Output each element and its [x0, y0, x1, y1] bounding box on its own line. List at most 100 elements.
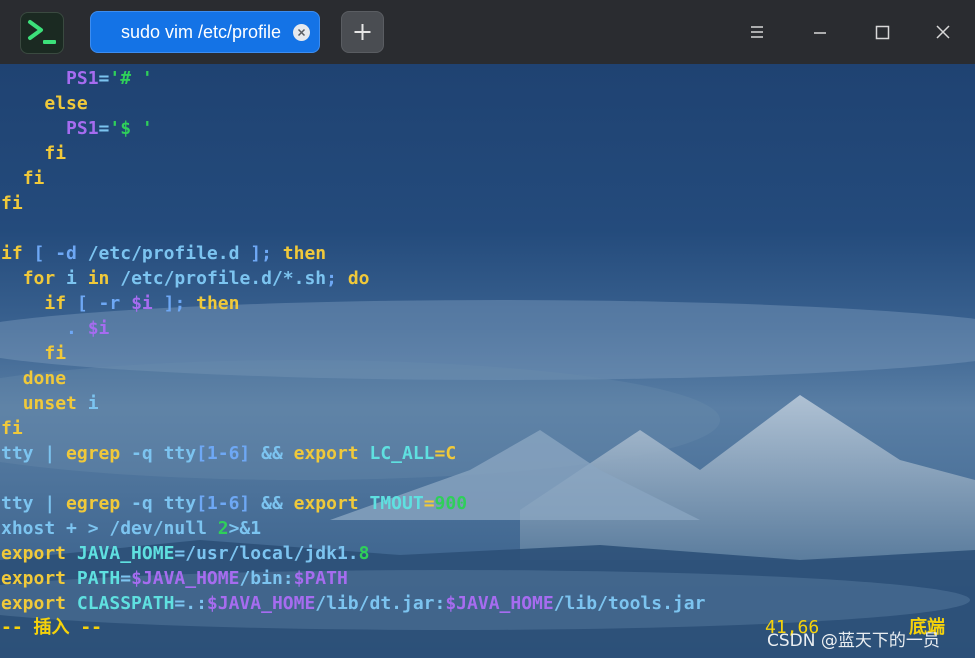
new-tab-button[interactable] [341, 11, 384, 53]
vim-editor[interactable]: PS1='# ' else PS1='$ ' fi fi fi if [ -d /e… [0, 64, 975, 658]
code-token: if [1, 243, 23, 264]
code-token: . [1, 318, 88, 339]
code-token: =.: [174, 593, 207, 614]
code-token: tty | [1, 443, 67, 464]
code-token: =C [434, 443, 457, 464]
code-token: tty | [1, 493, 67, 514]
code-token: PATH [66, 568, 121, 589]
code-token: i [55, 268, 88, 289]
code-token: [1-6] [196, 443, 251, 464]
code-token: then [282, 243, 327, 264]
code-token: ; [326, 268, 348, 289]
code-token: $PATH [293, 568, 348, 589]
code-token: $JAVA_HOME [445, 593, 554, 614]
minimize-button[interactable] [808, 20, 832, 44]
code-token: PS1 [66, 68, 99, 89]
close-icon [936, 25, 950, 39]
code-token: = [98, 118, 110, 139]
editor-line: if [ -r $i ]; then [1, 291, 239, 316]
code-token: && [250, 493, 294, 514]
code-token: done [22, 368, 67, 389]
editor-line: tty | egrep -q tty[1-6] && export TMOUT=… [1, 491, 467, 516]
code-token: =/usr/local/jdk1. [174, 543, 359, 564]
code-token: $i [87, 318, 110, 339]
editor-line: tty | egrep -q tty[1-6] && export LC_ALL… [1, 441, 456, 466]
plus-icon [354, 24, 371, 40]
code-token: 900 [434, 493, 468, 514]
code-token: do [347, 268, 370, 289]
editor-line: fi [1, 416, 23, 441]
code-token: else [44, 93, 88, 114]
code-token: [ -d [22, 243, 88, 264]
code-token: = [120, 568, 132, 589]
maximize-icon [875, 25, 890, 40]
code-token: fi [44, 343, 67, 364]
code-token: TMOUT [358, 493, 424, 514]
code-token: fi [1, 193, 23, 214]
terminal-app-icon[interactable] [20, 12, 64, 54]
code-token: /lib/dt.jar: [315, 593, 446, 614]
editor-line: fi [1, 341, 66, 366]
code-token: egrep [66, 443, 121, 464]
minimize-icon [814, 32, 826, 34]
code-token: $i [131, 293, 153, 314]
code-token: = [423, 493, 435, 514]
code-token: i [76, 393, 99, 414]
code-token: -q tty [120, 443, 197, 464]
code-token: export [293, 443, 359, 464]
code-token: $JAVA_HOME [131, 568, 240, 589]
editor-line: PS1='$ ' [1, 116, 153, 141]
code-token: xhost + > /dev/null [1, 518, 218, 539]
editor-line: xhost + > /dev/null 2>&1 [1, 516, 261, 541]
editor-line: export PATH=$JAVA_HOME/bin:$PATH [1, 566, 348, 591]
code-token: -q tty [120, 493, 197, 514]
code-token: for [22, 268, 56, 289]
code-token: $JAVA_HOME [206, 593, 316, 614]
editor-line: . $i [1, 316, 109, 341]
tab-close-icon[interactable] [293, 24, 310, 41]
code-token: && [250, 443, 294, 464]
code-token: LC_ALL [358, 443, 435, 464]
editor-line: if [ -d /etc/profile.d ]; then [1, 241, 326, 266]
code-token: export [1, 543, 67, 564]
vim-mode-indicator: -- 插入 -- [1, 617, 103, 638]
code-token: in [87, 268, 110, 289]
menu-button[interactable] [745, 20, 769, 44]
code-token: '$ ' [109, 118, 153, 139]
editor-line: done [1, 366, 66, 391]
code-token: export [1, 593, 67, 614]
editor-line: fi [1, 141, 66, 166]
code-token: export [1, 568, 67, 589]
code-token: JAVA_HOME [66, 543, 175, 564]
watermark: CSDN @蓝天下的一员 [767, 631, 940, 651]
code-token: egrep [66, 493, 121, 514]
code-token: '# ' [109, 68, 153, 89]
code-token: /bin: [239, 568, 294, 589]
editor-line: export CLASSPATH=.:$JAVA_HOME/lib/dt.jar… [1, 591, 705, 616]
close-window-button[interactable] [931, 20, 955, 44]
editor-line: unset i [1, 391, 99, 416]
editor-line: export JAVA_HOME=/usr/local/jdk1.8 [1, 541, 369, 566]
code-token: then [196, 293, 240, 314]
editor-line: else [1, 91, 88, 116]
code-token: [ -r [66, 293, 132, 314]
title-bar: sudo vim /etc/profile [0, 0, 975, 64]
code-token: 2 [217, 518, 229, 539]
code-token: fi [22, 168, 45, 189]
code-token: >&1 [228, 518, 262, 539]
tab-terminal[interactable]: sudo vim /etc/profile [90, 11, 320, 53]
maximize-button[interactable] [870, 20, 894, 44]
editor-line: fi [1, 166, 45, 191]
editor-line: fi [1, 191, 23, 216]
editor-line: PS1='# ' [1, 66, 153, 91]
code-token: unset [22, 393, 77, 414]
menu-icon [751, 26, 763, 38]
